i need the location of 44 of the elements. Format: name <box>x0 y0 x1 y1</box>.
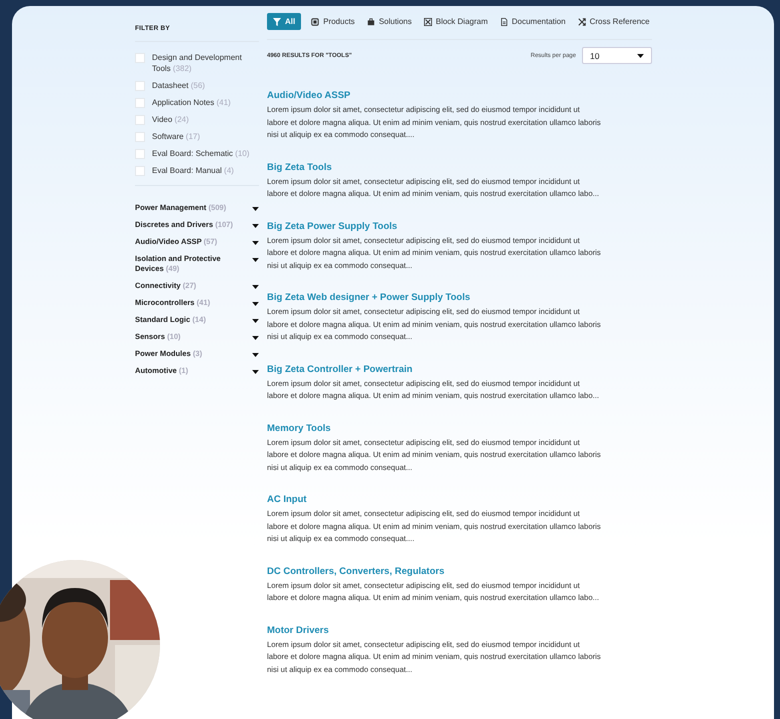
result-title-link[interactable]: Motor Drivers <box>267 624 652 636</box>
per-page-select[interactable]: 10 <box>582 47 652 64</box>
caret-icon <box>637 54 644 58</box>
filter-option: Software (17) <box>152 131 200 142</box>
shuffle-icon <box>578 18 586 26</box>
filter-option: Design and Development Tools (382) <box>152 52 259 74</box>
caret-icon[interactable] <box>252 302 259 306</box>
tab[interactable]: Products <box>309 14 357 29</box>
checkbox[interactable] <box>135 115 145 125</box>
caret-icon[interactable] <box>252 370 259 374</box>
caret-icon[interactable] <box>252 241 259 245</box>
document-icon <box>500 18 508 26</box>
tab[interactable]: All <box>267 13 302 30</box>
briefcase-icon <box>366 18 375 26</box>
result-title-link[interactable]: AC Input <box>267 494 652 506</box>
filter-option: Datasheet (56) <box>152 80 205 91</box>
result-title-link[interactable]: Big Zeta Web designer + Power Supply Tools <box>267 292 652 304</box>
checkbox[interactable] <box>135 166 145 176</box>
filter-option: Video (24) <box>152 114 189 125</box>
result-title-link[interactable]: DC Controllers, Converters, Regulators <box>267 566 652 578</box>
tab[interactable]: Block Diagram <box>422 14 490 29</box>
caret-icon[interactable] <box>252 336 259 340</box>
caret-icon[interactable] <box>252 353 259 357</box>
caret-icon[interactable] <box>252 207 259 211</box>
diagram-icon <box>424 18 432 26</box>
checkbox[interactable] <box>135 132 145 142</box>
caret-icon[interactable] <box>252 319 259 323</box>
filter-icon <box>273 18 281 26</box>
filter-option: Eval Board: Schematic (10) <box>152 148 250 159</box>
tab[interactable]: Solutions <box>364 14 414 29</box>
result-title-link[interactable]: Big Zeta Controller + Powertrain <box>267 364 652 376</box>
checkbox[interactable] <box>135 81 145 91</box>
tab[interactable]: Cross Reference <box>576 14 652 29</box>
caret-icon[interactable] <box>252 285 259 289</box>
chip-icon <box>311 18 320 26</box>
filter-option: Eval Board: Manual (4) <box>152 165 234 176</box>
checkbox[interactable] <box>135 149 145 159</box>
caret-icon[interactable] <box>252 224 259 228</box>
filter-option: Application Notes (41) <box>152 97 231 108</box>
tab[interactable]: Documentation <box>498 14 568 29</box>
checkbox[interactable] <box>135 53 145 63</box>
checkbox[interactable] <box>135 98 145 108</box>
caret-icon[interactable] <box>252 258 259 262</box>
result-title-link[interactable]: Memory Tools <box>267 422 652 434</box>
